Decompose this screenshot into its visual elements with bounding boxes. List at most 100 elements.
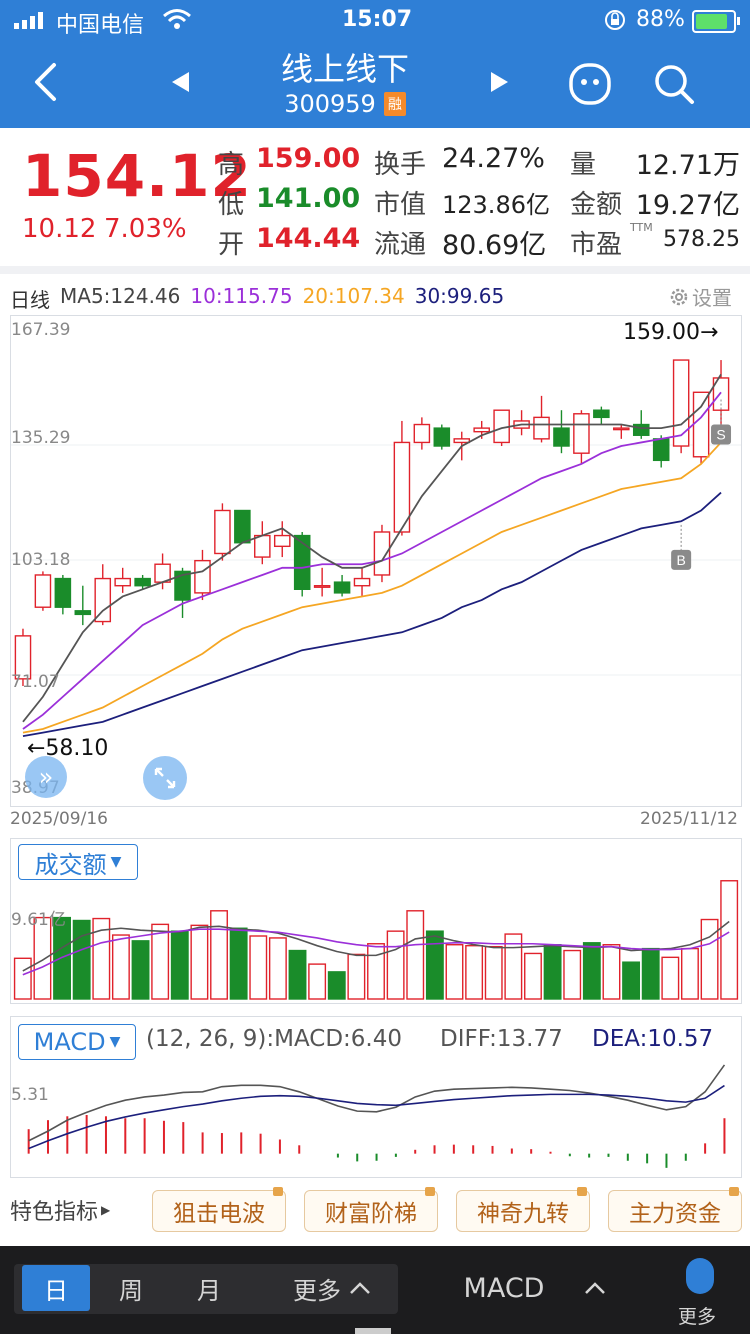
app-header: 中国电信 15:07 88% 线上线下 300959 融 (0, 0, 750, 128)
ma5-legend: MA5:124.46 (60, 284, 181, 308)
feature-button-wealth-ladder[interactable]: 财富阶梯 (304, 1187, 438, 1232)
candle-body (214, 509, 231, 555)
next-stock-button[interactable] (480, 62, 520, 102)
more-button[interactable]: 更多 (670, 1254, 730, 1328)
volume-bar (681, 947, 699, 1000)
volume-bar (170, 930, 189, 1000)
candle-body (353, 577, 371, 587)
stock-code: 300959 (284, 90, 376, 118)
quote-panel: 154.12 10.12 7.03% 高 159.00 低 141.00 开 1… (0, 128, 750, 266)
tab-label: 月 (197, 1276, 221, 1305)
high-value: 159.00 (256, 143, 361, 174)
candle-body (672, 359, 690, 447)
volume-label: 量 (570, 150, 597, 180)
kline-chart[interactable]: SB 167.39 135.29 103.18 71.07 38.97 159.… (10, 315, 742, 807)
feature-button-main-funds[interactable]: 主力资金 (608, 1187, 742, 1232)
assistant-button[interactable] (562, 56, 618, 112)
ma20-line (22, 441, 722, 734)
y-tick-3: 71.07 (11, 672, 60, 692)
candle-body (593, 409, 610, 419)
volume-bar (543, 944, 562, 1000)
period-label: 日线 (10, 288, 50, 312)
feature-label: 主力资金 (629, 1201, 721, 1227)
macd-params: (12, 26, 9):MACD:6.40 (146, 1026, 403, 1052)
volume-bar (72, 919, 91, 1000)
volume-bar (367, 943, 385, 1000)
low-label: 低 (218, 190, 245, 220)
back-button[interactable] (18, 50, 74, 114)
volume-bar (425, 930, 444, 1000)
settings-button[interactable]: 设置 (668, 282, 732, 311)
market-cap-value: 123.86亿 (442, 191, 550, 219)
candle-body (613, 427, 630, 431)
bottom-toolbar: 日 周 月 更多 MACD 更多 (0, 1246, 750, 1334)
macd-indicator-select[interactable]: MACD ▼ (18, 1024, 136, 1060)
volume-bar (602, 944, 621, 1000)
gear-icon (670, 288, 688, 305)
search-icon (655, 65, 694, 104)
price-change-pct: 7.03% (104, 214, 187, 244)
tab-weekly[interactable]: 周 (100, 1265, 162, 1311)
search-button[interactable] (646, 56, 702, 112)
market-cap-label: 市值 (374, 190, 427, 220)
section-divider (0, 266, 750, 274)
lock-icon (425, 1187, 435, 1196)
volume-bar (661, 956, 680, 1000)
tab-monthly[interactable]: 月 (178, 1265, 240, 1311)
candle-body (632, 423, 650, 436)
volume-bar (347, 953, 366, 1000)
more-icon (686, 1258, 714, 1294)
special-indicators-button[interactable]: 特色指标 ▶ (10, 1188, 110, 1232)
buy-marker-label: B (676, 552, 685, 568)
prev-stock-button[interactable] (160, 62, 200, 102)
caret-right-icon: ▶ (101, 1203, 111, 1217)
more-label: 更多 (678, 1306, 717, 1328)
caret-down-icon: ▼ (110, 854, 122, 870)
open-value: 144.44 (256, 223, 361, 254)
volume-bar (190, 924, 209, 1000)
candle-body (34, 574, 52, 608)
y-tick-2: 103.18 (11, 550, 71, 570)
caret-down-icon: ▼ (109, 1034, 121, 1050)
expand-arrows-icon (154, 767, 176, 789)
fullscreen-button[interactable] (143, 756, 187, 800)
tab-label: 周 (119, 1276, 143, 1305)
volume-bar (111, 934, 130, 1000)
volume-bar (229, 927, 248, 1000)
feature-label: 神奇九转 (477, 1201, 569, 1227)
ma5-line (22, 373, 722, 723)
volume-bar (720, 880, 739, 1000)
tab-daily[interactable]: 日 (22, 1265, 90, 1311)
volume-bar (622, 961, 641, 1000)
sell-marker-label: S (716, 427, 725, 443)
candle-body (74, 610, 92, 616)
expand-left-button[interactable]: » (25, 756, 67, 798)
tab-more-periods[interactable]: 更多 (282, 1265, 382, 1311)
price-change: 10.12 (22, 214, 97, 244)
feature-button-sniper-wave[interactable]: 狙击电波 (152, 1187, 286, 1232)
status-bar: 中国电信 15:07 88% (0, 0, 750, 40)
kline-svg: SB (11, 359, 741, 738)
max-price-annotation: 159.00→ (623, 320, 719, 345)
next-triangle-icon (491, 72, 508, 92)
volume-bar (13, 957, 32, 1000)
dea-line (28, 1084, 725, 1150)
ma30-line (22, 491, 722, 738)
volume-bar (484, 945, 503, 1000)
prev-triangle-icon (172, 72, 189, 92)
lock-icon (577, 1187, 587, 1196)
open-label: 开 (218, 230, 245, 260)
volume-bar (308, 963, 327, 1000)
double-chevron-icon: » (38, 763, 54, 791)
ma10-legend: 10:115.75 (190, 284, 293, 308)
volume-bar (524, 952, 542, 1000)
candle-body (433, 427, 451, 447)
macd-dea: DEA:10.57 (592, 1026, 714, 1052)
volume-bar (249, 935, 268, 1000)
volume-indicator-select[interactable]: 成交额 ▼ (18, 844, 138, 880)
candle-body (453, 438, 471, 444)
low-value: 141.00 (256, 183, 361, 214)
indicator-switcher[interactable]: MACD (440, 1265, 630, 1311)
turnover-label: 换手 (374, 150, 427, 180)
feature-button-magic-nine[interactable]: 神奇九转 (456, 1187, 590, 1232)
